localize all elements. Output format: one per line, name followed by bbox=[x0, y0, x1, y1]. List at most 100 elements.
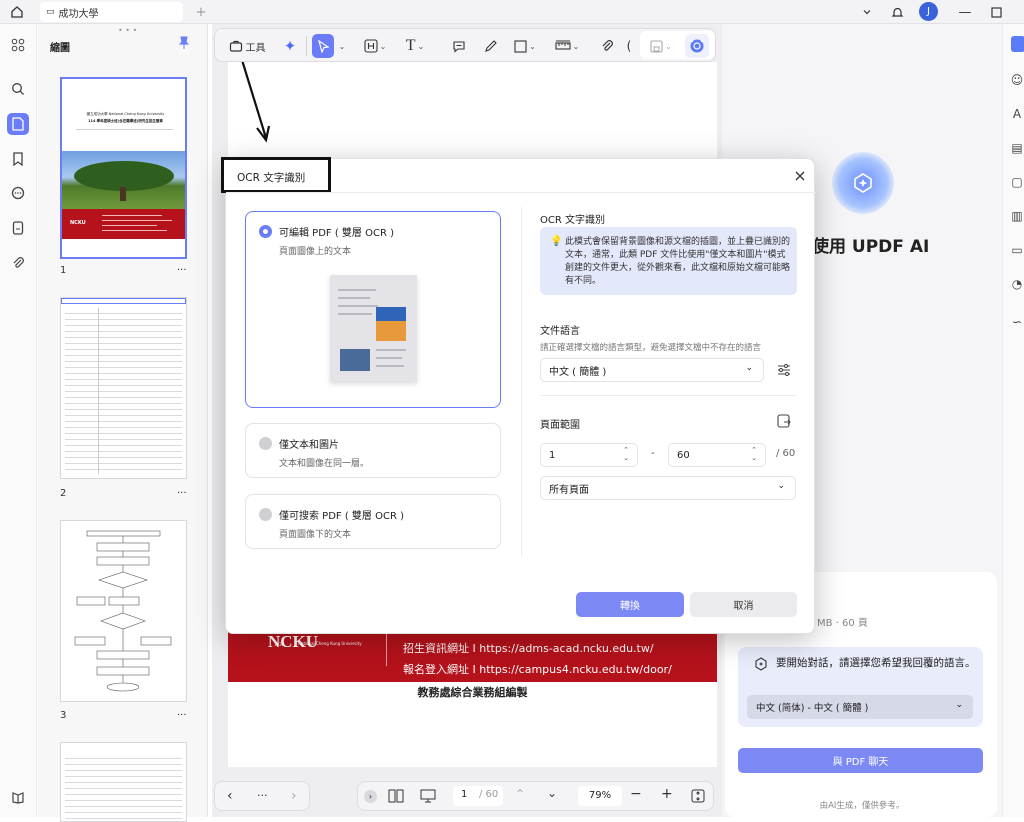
thumb-brand: NCKU bbox=[70, 220, 86, 226]
convert-button[interactable]: 轉換 bbox=[576, 592, 684, 617]
bookmark-icon[interactable] bbox=[7, 148, 29, 170]
collapse-arrow-icon[interactable]: › bbox=[364, 790, 377, 803]
text-box-icon[interactable]: ⌄ bbox=[361, 34, 389, 58]
pin-icon[interactable] bbox=[178, 36, 190, 53]
page-thumbnail-3[interactable] bbox=[60, 520, 187, 702]
title-bar: ▭ 成功大學 + J — bbox=[0, 0, 1024, 24]
registration-link[interactable]: 報名登入網址 I https://campus4.ncku.edu.tw/doo… bbox=[403, 661, 672, 677]
radio-searchable-pdf[interactable] bbox=[259, 508, 272, 521]
page-thumbnail-2[interactable] bbox=[60, 297, 187, 479]
attachment-file-icon[interactable] bbox=[7, 217, 29, 239]
thumb-red-band: NCKU bbox=[62, 209, 185, 239]
option-subtitle: 頁面圖像下的文本 bbox=[279, 530, 352, 540]
cancel-button[interactable]: 取消 bbox=[690, 592, 797, 617]
minimize-icon[interactable]: — bbox=[956, 3, 974, 21]
chevron-down-icon[interactable] bbox=[858, 3, 876, 21]
more-tools-bracket[interactable]: ( bbox=[625, 34, 633, 58]
info-box: 💡 此模式會保留背景圖像和源文檔的插圖，並上疊已識別的文本，通常，此類 PDF … bbox=[540, 227, 797, 295]
stepper-icon[interactable]: ⌃ ⌄ bbox=[751, 446, 757, 462]
option-title: 僅文本和圖片 bbox=[279, 440, 339, 451]
emoji-icon[interactable]: ☺ bbox=[1009, 72, 1024, 88]
file-meta: MB · 60 頁 bbox=[817, 618, 868, 629]
page-thumbnail-icon[interactable] bbox=[7, 113, 29, 135]
page-3-more-icon[interactable]: ··· bbox=[177, 710, 187, 721]
radio-text-and-images[interactable] bbox=[259, 437, 272, 450]
next-arrow-icon[interactable]: › bbox=[291, 788, 297, 804]
ai-disclaimer: 由AI生成，僅供參考。 bbox=[819, 801, 905, 811]
close-icon[interactable] bbox=[793, 169, 807, 183]
ai-sparkle-icon[interactable]: ✦ bbox=[279, 34, 301, 58]
select-cursor-icon[interactable] bbox=[312, 34, 334, 58]
panel-drag-handle[interactable]: • • • bbox=[118, 26, 137, 35]
tools-label: 工具 bbox=[245, 42, 266, 54]
more-icon[interactable]: ··· bbox=[257, 789, 268, 802]
stepper-icon[interactable]: ⌃ ⌄ bbox=[623, 446, 629, 462]
page-thumbnail-1[interactable]: 國立成功大學 National Cheng Kung University 11… bbox=[60, 77, 187, 259]
folder-icon[interactable]: ▭ bbox=[1009, 242, 1024, 258]
page-down-icon[interactable]: ⌄ bbox=[547, 786, 557, 800]
thumb-tree-photo bbox=[62, 151, 185, 209]
comment-icon[interactable] bbox=[7, 182, 29, 204]
share-icon[interactable]: ◔ bbox=[1009, 276, 1024, 292]
radio-editable-pdf[interactable] bbox=[259, 225, 272, 238]
attach-paperclip-icon[interactable] bbox=[597, 34, 617, 58]
chevron-down-icon: ⌄ bbox=[955, 700, 963, 710]
avatar[interactable]: J bbox=[919, 2, 938, 21]
admission-link[interactable]: 招生資訊網址 I https://adms-acad.ncku.edu.tw/ bbox=[403, 640, 654, 656]
select-dropdown-chevron[interactable]: ⌄ bbox=[336, 34, 346, 58]
page-number-field[interactable]: 1 / 60 bbox=[453, 786, 503, 806]
zoom-in-icon[interactable]: + bbox=[661, 786, 673, 802]
page-2-more-icon[interactable]: ··· bbox=[177, 488, 187, 499]
page-1-more-icon[interactable]: ··· bbox=[177, 265, 187, 276]
language-select[interactable]: 中文 ( 簡體 ) ⌄ bbox=[540, 358, 764, 382]
chevron-down-icon: ⌄ bbox=[777, 481, 785, 491]
comment-bubble-icon[interactable] bbox=[449, 34, 469, 58]
font-icon[interactable]: A bbox=[1009, 106, 1024, 122]
book-icon[interactable]: ▥ bbox=[1009, 208, 1024, 224]
zoom-level-field[interactable]: 79% bbox=[578, 786, 622, 806]
apps-grid-icon[interactable] bbox=[7, 34, 29, 56]
range-to-input[interactable]: 60 ⌃ ⌄ bbox=[668, 443, 766, 467]
save-disk-icon[interactable]: ⌄ bbox=[647, 34, 675, 58]
text-tool-icon[interactable]: T ⌄ bbox=[401, 34, 429, 58]
ocr-preview-illustration bbox=[330, 275, 417, 382]
shape-rectangle-icon[interactable]: ⌄ bbox=[511, 34, 539, 58]
ocr-scan-icon[interactable] bbox=[685, 34, 709, 58]
toolbox-icon bbox=[229, 40, 242, 52]
layers-icon[interactable] bbox=[7, 786, 29, 808]
page-up-icon[interactable]: ⌃ bbox=[515, 787, 525, 801]
page-view-icon[interactable] bbox=[388, 789, 404, 806]
option-searchable-pdf[interactable]: 僅可搜索 PDF ( 雙層 OCR ) 頁面圖像下的文本 bbox=[245, 494, 501, 549]
language-settings-icon[interactable] bbox=[776, 362, 792, 378]
option-editable-pdf[interactable]: 可編輯 PDF ( 雙層 OCR ) 頁面圖像上的文本 bbox=[245, 211, 501, 408]
lightbulb-icon: 💡 bbox=[550, 236, 563, 247]
pen-icon[interactable] bbox=[481, 34, 501, 58]
chat-with-pdf-button[interactable]: 與 PDF 聊天 bbox=[738, 748, 983, 773]
home-icon[interactable] bbox=[8, 3, 26, 21]
presentation-icon[interactable] bbox=[420, 789, 436, 806]
fit-page-icon[interactable] bbox=[691, 789, 705, 806]
bell-icon[interactable] bbox=[888, 3, 906, 21]
form-icon[interactable]: ▢ bbox=[1009, 174, 1024, 190]
previous-arrow-icon[interactable]: ‹ bbox=[227, 788, 233, 804]
option-subtitle: 頁面圖像上的文本 bbox=[279, 247, 352, 257]
search-icon[interactable] bbox=[7, 78, 29, 100]
measure-ruler-icon[interactable]: ⌄ bbox=[551, 34, 583, 58]
zoom-out-icon[interactable]: − bbox=[630, 786, 642, 802]
document-tab[interactable]: ▭ 成功大學 bbox=[40, 2, 183, 22]
new-tab-icon[interactable]: + bbox=[192, 3, 210, 21]
signature-icon[interactable]: ∽ bbox=[1009, 314, 1024, 330]
ai-chat-tab-icon[interactable] bbox=[1011, 36, 1024, 52]
page-thumbnail-4[interactable] bbox=[60, 742, 187, 822]
ocr-text-icon[interactable]: ▤ bbox=[1009, 140, 1024, 156]
paperclip-icon[interactable] bbox=[7, 252, 29, 274]
ai-language-select[interactable]: 中文 (简体) - 中文 ( 簡體 ) ⌄ bbox=[747, 695, 973, 719]
option-text-and-images[interactable]: 僅文本和圖片 文本和圖像在同一層。 bbox=[245, 423, 501, 478]
ai-language-value: 中文 (简体) - 中文 ( 簡體 ) bbox=[756, 703, 869, 714]
maximize-icon[interactable] bbox=[987, 3, 1005, 21]
range-from-value: 1 bbox=[549, 449, 556, 461]
page-range-mode-select[interactable]: 所有頁面 ⌄ bbox=[540, 476, 796, 500]
tools-button[interactable]: 工具 bbox=[223, 34, 271, 58]
swap-range-icon[interactable] bbox=[776, 413, 792, 429]
range-from-input[interactable]: 1 ⌃ ⌄ bbox=[540, 443, 638, 467]
